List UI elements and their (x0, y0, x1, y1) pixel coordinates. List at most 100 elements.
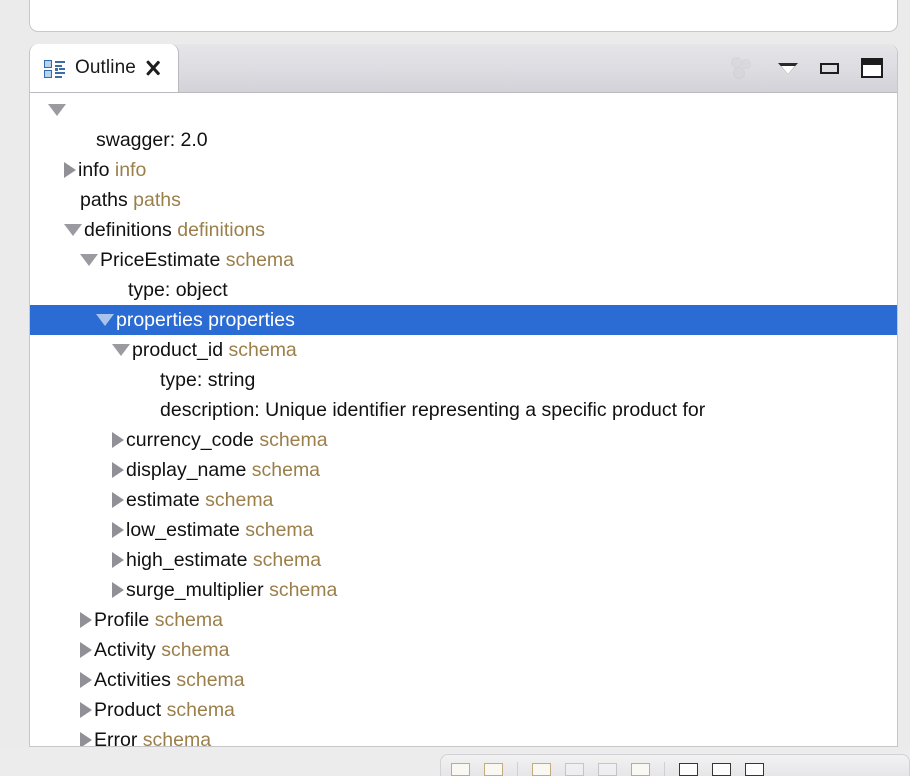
editor-area (29, 0, 898, 32)
view-menu-icon[interactable] (778, 58, 798, 78)
maximize-icon[interactable] (861, 58, 883, 78)
twisty-collapsed-icon[interactable] (112, 552, 124, 568)
maximize-icon[interactable] (745, 763, 764, 776)
tree-row[interactable]: product_id schema (30, 335, 897, 365)
tree-row-type: schema (269, 579, 337, 601)
tree-row-label: low_estimate (126, 519, 240, 541)
twisty-expanded-icon[interactable] (48, 104, 66, 116)
tree-row-type: schema (143, 729, 211, 747)
tree-row-label: Activity (94, 639, 156, 661)
twisty-collapsed-icon[interactable] (64, 162, 76, 178)
tree-row-label: Error (94, 729, 137, 747)
tree-row-label: currency_code (126, 429, 254, 451)
tree-row-type: properties (208, 309, 295, 331)
tree-row[interactable]: estimate schema (30, 485, 897, 515)
outline-list-icon[interactable] (484, 763, 503, 776)
link-icon[interactable] (565, 763, 584, 776)
outline-view: Outline swagger: 2.0info infopaths paths… (29, 44, 898, 747)
tree-row-type: schema (245, 519, 313, 541)
tree-row[interactable]: display_name schema (30, 455, 897, 485)
twisty-expanded-icon[interactable] (112, 344, 130, 356)
tree-row-label: Profile (94, 609, 149, 631)
tree-row[interactable]: Activity schema (30, 635, 897, 665)
twisty-collapsed-icon[interactable] (80, 672, 92, 688)
bubbles-icon[interactable] (730, 56, 756, 80)
close-icon[interactable] (145, 60, 162, 77)
twisty-collapsed-icon[interactable] (80, 642, 92, 658)
tree-row[interactable]: definitions definitions (30, 215, 897, 245)
outline-icon (44, 57, 66, 79)
view-toolbar (730, 44, 883, 92)
tree-row-label: swagger: 2.0 (96, 129, 208, 151)
tree-row[interactable]: high_estimate schema (30, 545, 897, 575)
tree-row[interactable]: currency_code schema (30, 425, 897, 455)
tab-label: Outline (75, 57, 136, 79)
new-file-icon[interactable] (532, 763, 551, 776)
twisty-collapsed-icon[interactable] (112, 522, 124, 538)
twisty-placeholder (144, 379, 158, 380)
twisty-expanded-icon[interactable] (96, 314, 114, 326)
tree-row-type: definitions (177, 219, 265, 241)
tree-row-type: schema (176, 669, 244, 691)
twisty-collapsed-icon[interactable] (112, 432, 124, 448)
twisty-collapsed-icon[interactable] (80, 732, 92, 747)
tree-row[interactable]: PriceEstimate schema (30, 245, 897, 275)
document-icon[interactable] (598, 763, 617, 776)
tree-row-type: schema (205, 489, 273, 511)
twisty-expanded-icon[interactable] (64, 224, 82, 236)
twisty-placeholder (112, 289, 126, 290)
tree-row-type: schema (161, 639, 229, 661)
outline-tree[interactable]: swagger: 2.0info infopaths pathsdefiniti… (30, 93, 897, 747)
tree-row[interactable]: type: object (30, 275, 897, 305)
tree-row-label: type: string (160, 369, 255, 391)
tree-row-label: PriceEstimate (100, 249, 220, 271)
tree-row-label: definitions (84, 219, 172, 241)
tree-row-label: estimate (126, 489, 200, 511)
tree-row-selected[interactable]: properties properties (30, 305, 897, 335)
tree-row[interactable]: Error schema (30, 725, 897, 747)
twisty-collapsed-icon[interactable] (80, 702, 92, 718)
tree-row[interactable]: type: string (30, 365, 897, 395)
tree-row[interactable]: Activities schema (30, 665, 897, 695)
tree-row[interactable]: paths paths (30, 185, 897, 215)
restore-icon[interactable] (712, 763, 731, 776)
tree-row-label: type: object (128, 279, 228, 301)
twisty-expanded-icon[interactable] (80, 254, 98, 266)
tree-row[interactable]: Product schema (30, 695, 897, 725)
back-navigation-icon[interactable] (451, 763, 470, 776)
twisty-placeholder (64, 199, 78, 200)
tree-row-type: schema (252, 459, 320, 481)
tab-outline[interactable]: Outline (30, 44, 179, 92)
tree-row-type: paths (133, 189, 181, 211)
tree-row-label: surge_multiplier (126, 579, 264, 601)
minimize-icon[interactable] (820, 63, 839, 74)
toolbar-separator (664, 762, 665, 776)
bottom-chrome (0, 747, 910, 776)
tree-row-label: Activities (94, 669, 171, 691)
tree-row[interactable]: info info (30, 155, 897, 185)
twisty-placeholder (80, 139, 94, 140)
tree-row-type: schema (167, 699, 235, 721)
tree-row-label: paths (80, 189, 128, 211)
tree-row-type: schema (226, 249, 294, 271)
tree-row[interactable]: Profile schema (30, 605, 897, 635)
tree-row-label: description: Unique identifier represent… (160, 399, 705, 421)
toolbar-separator (517, 762, 518, 776)
twisty-collapsed-icon[interactable] (112, 492, 124, 508)
twisty-collapsed-icon[interactable] (80, 612, 92, 628)
twisty-placeholder (144, 409, 158, 410)
tree-row[interactable] (30, 95, 897, 125)
tree-row[interactable]: surge_multiplier schema (30, 575, 897, 605)
tree-row[interactable]: swagger: 2.0 (30, 125, 897, 155)
bottom-toolbar[interactable] (440, 754, 910, 776)
tree-row-type: schema (253, 549, 321, 571)
tree-row[interactable]: description: Unique identifier represent… (30, 395, 897, 425)
minimize-icon[interactable] (679, 763, 698, 776)
folder-open-icon[interactable] (631, 763, 650, 776)
twisty-collapsed-icon[interactable] (112, 462, 124, 478)
view-tab-bar: Outline (30, 44, 897, 93)
screen: Outline swagger: 2.0info infopaths paths… (0, 0, 910, 776)
tree-row[interactable]: low_estimate schema (30, 515, 897, 545)
tree-row-label: info (78, 159, 109, 181)
twisty-collapsed-icon[interactable] (112, 582, 124, 598)
